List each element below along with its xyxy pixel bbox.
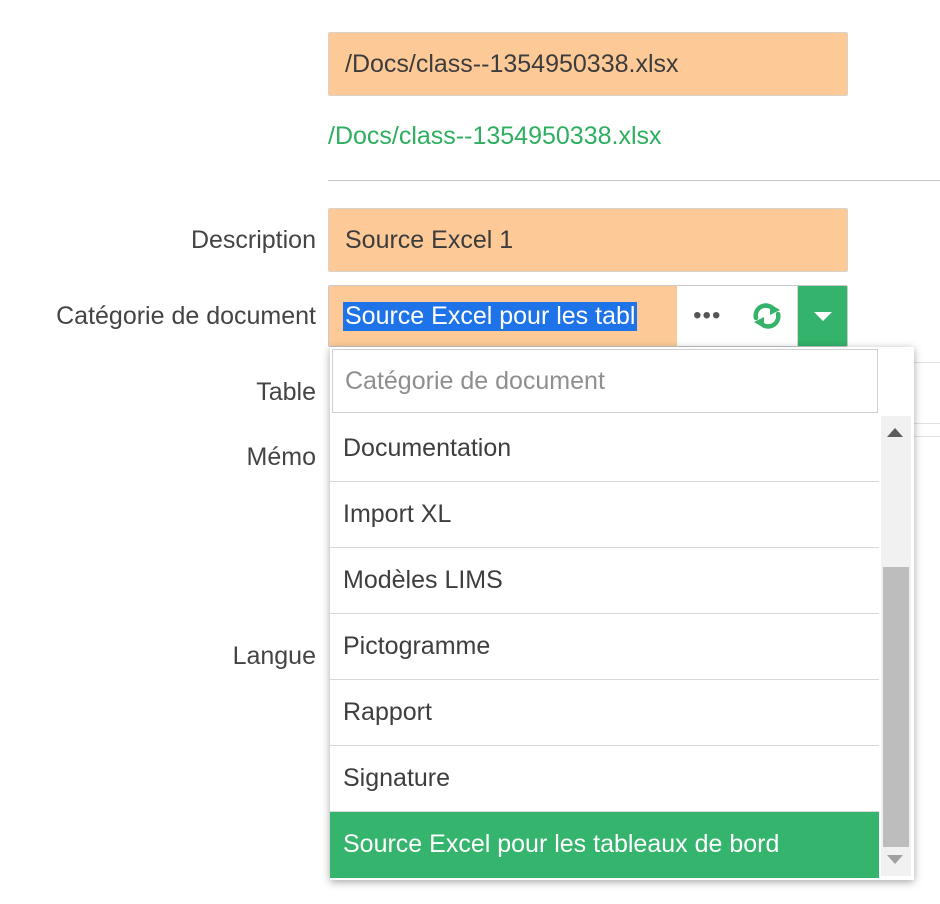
category-input[interactable]: Source Excel pour les tabl	[329, 286, 678, 346]
description-input[interactable]: Source Excel 1	[328, 208, 848, 272]
list-item[interactable]: Modèles LIMS	[330, 548, 879, 614]
description-value: Source Excel 1	[345, 225, 514, 254]
divider	[328, 180, 940, 181]
list-item[interactable]: Import XL	[330, 482, 879, 548]
caret-down-icon	[813, 311, 832, 321]
refresh-icon	[753, 303, 781, 329]
memo-label: Mémo	[246, 443, 316, 471]
category-selected-text: Source Excel pour les tabl	[343, 301, 638, 331]
file-path-field[interactable]: /Docs/class--1354950338.xlsx	[328, 32, 848, 96]
category-label: Catégorie de document	[56, 302, 316, 330]
refresh-button[interactable]	[737, 286, 799, 346]
list-item[interactable]: Documentation	[330, 416, 879, 482]
list-item-selected[interactable]: Source Excel pour les tableaux de bord	[330, 812, 879, 878]
list-item[interactable]: Signature	[330, 746, 879, 812]
file-path-value: /Docs/class--1354950338.xlsx	[345, 49, 679, 78]
list-item[interactable]: Pictogramme	[330, 614, 879, 680]
background-field-edge	[912, 423, 940, 424]
file-path-link[interactable]: /Docs/class--1354950338.xlsx	[328, 122, 662, 151]
dropdown-list: Documentation Import XL Modèles LIMS Pic…	[330, 416, 879, 878]
dropdown-toggle-button[interactable]	[798, 286, 847, 346]
category-combobox[interactable]: Source Excel pour les tabl •••	[328, 285, 848, 347]
language-label: Langue	[232, 642, 316, 670]
list-item[interactable]: Rapport	[330, 680, 879, 746]
dropdown-search-input[interactable]	[332, 349, 878, 413]
background-field-edge	[912, 362, 940, 363]
category-dropdown-popup: Documentation Import XL Modèles LIMS Pic…	[330, 347, 914, 880]
table-label: Table	[256, 378, 316, 406]
scroll-up-icon[interactable]	[887, 428, 903, 437]
background-field-edge	[912, 436, 940, 437]
description-label: Description	[190, 226, 316, 254]
scrollbar-thumb[interactable]	[883, 567, 909, 847]
scroll-down-icon[interactable]	[887, 855, 903, 864]
dropdown-scrollbar[interactable]	[881, 416, 911, 876]
more-button[interactable]: •••	[677, 286, 738, 346]
ellipsis-icon: •••	[693, 302, 722, 329]
